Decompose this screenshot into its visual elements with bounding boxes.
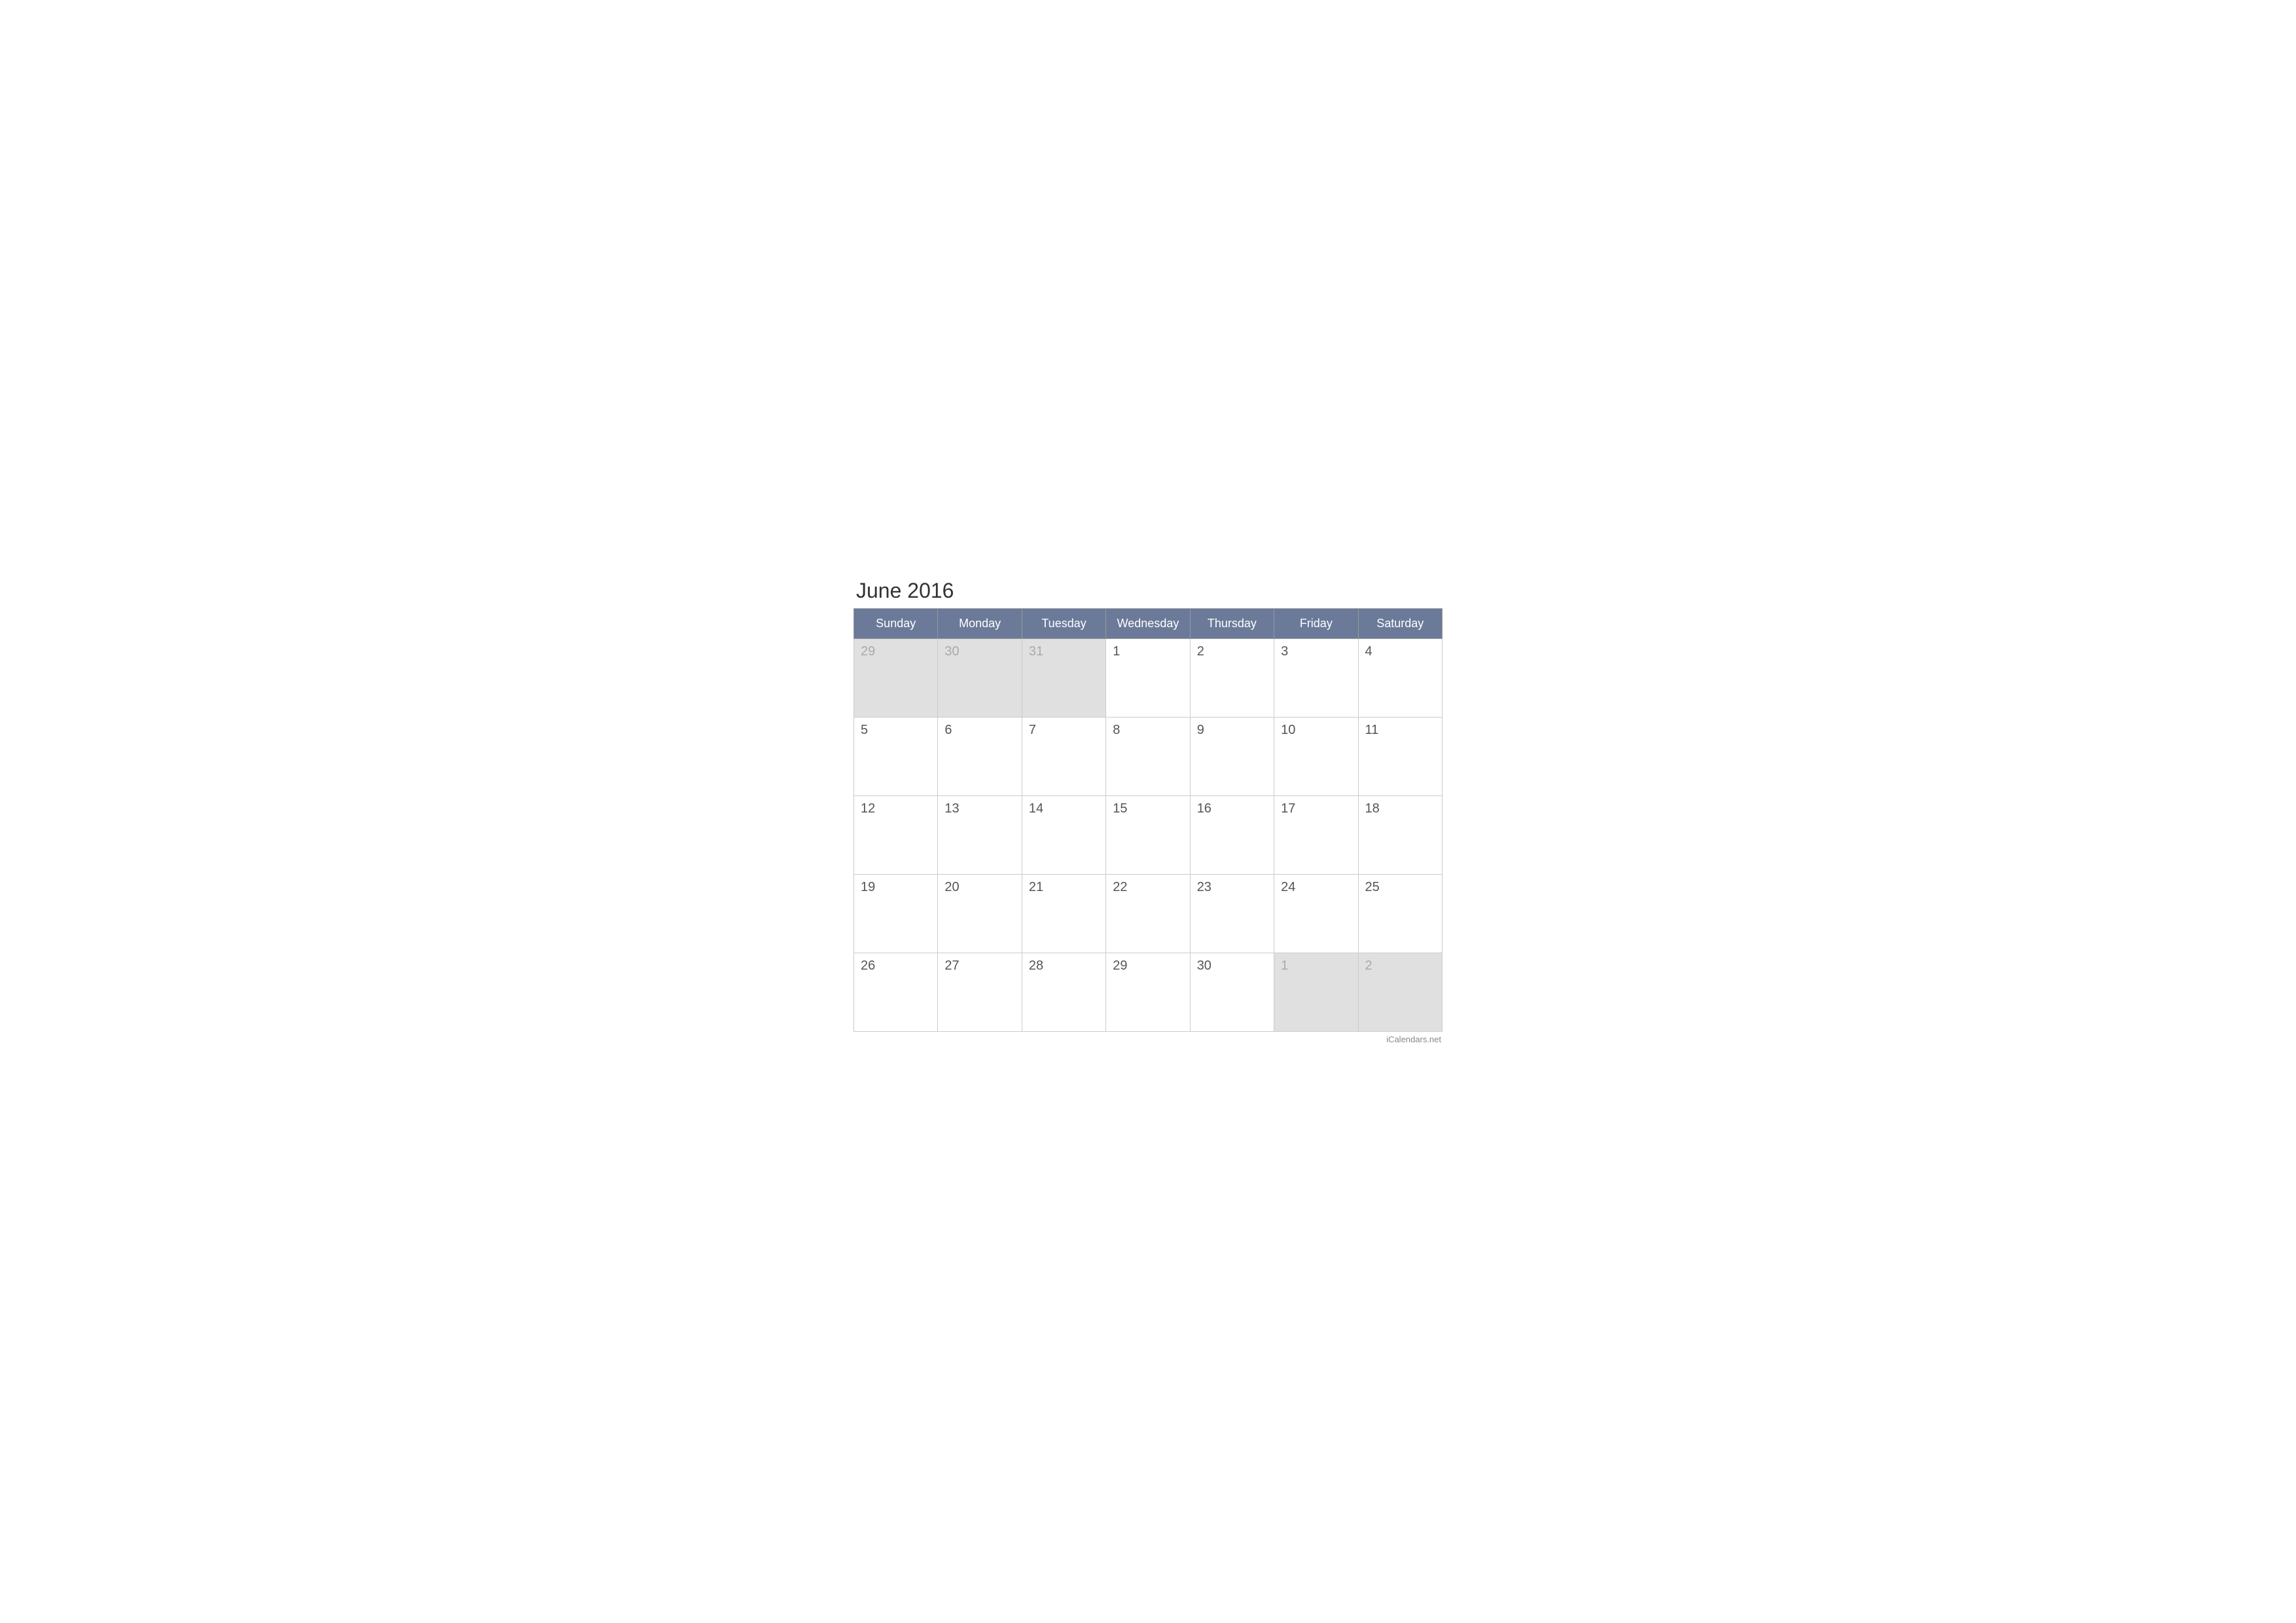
week-row-0: 2930311234 <box>854 639 1443 718</box>
calendar-cell[interactable]: 25 <box>1358 875 1442 953</box>
calendar-cell[interactable]: 2 <box>1358 953 1442 1032</box>
calendar-cell[interactable]: 28 <box>1022 953 1105 1032</box>
calendar-cell[interactable]: 8 <box>1106 718 1190 796</box>
header-cell-friday: Friday <box>1274 609 1358 639</box>
calendar-cell[interactable]: 19 <box>854 875 938 953</box>
header-cell-tuesday: Tuesday <box>1022 609 1105 639</box>
calendar-container: June 2016 SundayMondayTuesdayWednesdayTh… <box>853 579 1443 1044</box>
header-cell-sunday: Sunday <box>854 609 938 639</box>
calendar-cell[interactable]: 30 <box>1190 953 1274 1032</box>
week-row-2: 12131415161718 <box>854 796 1443 875</box>
calendar-cell[interactable]: 2 <box>1190 639 1274 718</box>
calendar-cell[interactable]: 30 <box>938 639 1022 718</box>
calendar-cell[interactable]: 23 <box>1190 875 1274 953</box>
calendar-table: SundayMondayTuesdayWednesdayThursdayFrid… <box>853 608 1443 1032</box>
calendar-cell[interactable]: 1 <box>1106 639 1190 718</box>
calendar-cell[interactable]: 20 <box>938 875 1022 953</box>
calendar-cell[interactable]: 15 <box>1106 796 1190 875</box>
calendar-cell[interactable]: 17 <box>1274 796 1358 875</box>
calendar-cell[interactable]: 6 <box>938 718 1022 796</box>
week-row-1: 567891011 <box>854 718 1443 796</box>
watermark: iCalendars.net <box>853 1034 1443 1044</box>
calendar-cell[interactable]: 7 <box>1022 718 1105 796</box>
calendar-cell[interactable]: 5 <box>854 718 938 796</box>
header-cell-wednesday: Wednesday <box>1106 609 1190 639</box>
header-row: SundayMondayTuesdayWednesdayThursdayFrid… <box>854 609 1443 639</box>
header-cell-monday: Monday <box>938 609 1022 639</box>
calendar-cell[interactable]: 12 <box>854 796 938 875</box>
calendar-cell[interactable]: 22 <box>1106 875 1190 953</box>
calendar-cell[interactable]: 29 <box>1106 953 1190 1032</box>
calendar-cell[interactable]: 29 <box>854 639 938 718</box>
calendar-cell[interactable]: 26 <box>854 953 938 1032</box>
calendar-cell[interactable]: 24 <box>1274 875 1358 953</box>
calendar-cell[interactable]: 14 <box>1022 796 1105 875</box>
calendar-cell[interactable]: 21 <box>1022 875 1105 953</box>
calendar-cell[interactable]: 1 <box>1274 953 1358 1032</box>
header-cell-thursday: Thursday <box>1190 609 1274 639</box>
header-cell-saturday: Saturday <box>1358 609 1442 639</box>
calendar-title: June 2016 <box>853 579 1443 603</box>
week-row-3: 19202122232425 <box>854 875 1443 953</box>
calendar-cell[interactable]: 9 <box>1190 718 1274 796</box>
calendar-cell[interactable]: 4 <box>1358 639 1442 718</box>
calendar-body: 2930311234567891011121314151617181920212… <box>854 639 1443 1032</box>
week-row-4: 262728293012 <box>854 953 1443 1032</box>
calendar-cell[interactable]: 11 <box>1358 718 1442 796</box>
calendar-cell[interactable]: 3 <box>1274 639 1358 718</box>
calendar-cell[interactable]: 10 <box>1274 718 1358 796</box>
calendar-cell[interactable]: 16 <box>1190 796 1274 875</box>
calendar-cell[interactable]: 13 <box>938 796 1022 875</box>
calendar-cell[interactable]: 18 <box>1358 796 1442 875</box>
calendar-cell[interactable]: 31 <box>1022 639 1105 718</box>
calendar-cell[interactable]: 27 <box>938 953 1022 1032</box>
